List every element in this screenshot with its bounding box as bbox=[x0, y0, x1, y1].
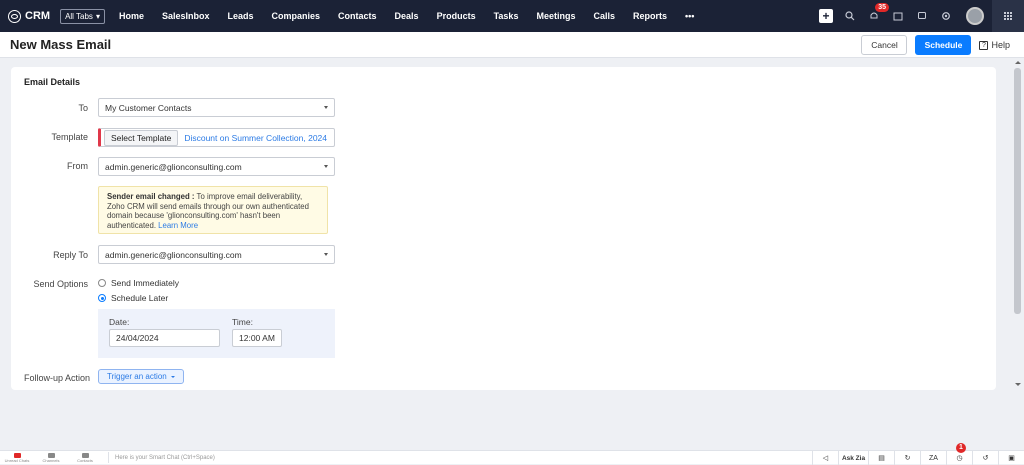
nav-tasks[interactable]: Tasks bbox=[494, 11, 519, 21]
calendar-icon[interactable] bbox=[891, 9, 905, 23]
header-actions: Cancel Schedule ? Help bbox=[861, 35, 1010, 55]
nav-contacts[interactable]: Contacts bbox=[338, 11, 377, 21]
schedule-later-label: Schedule Later bbox=[111, 293, 169, 303]
schedule-datetime-panel: Date: 24/04/2024 Time: 12:00 AM bbox=[98, 309, 335, 358]
nav-companies[interactable]: Companies bbox=[272, 11, 321, 21]
learn-more-link[interactable]: Learn More bbox=[158, 221, 198, 230]
date-input[interactable]: 24/04/2024 bbox=[109, 329, 220, 347]
nav-leads[interactable]: Leads bbox=[228, 11, 254, 21]
schedule-later-radio[interactable]: Schedule Later bbox=[98, 293, 168, 303]
caret-down-icon bbox=[324, 106, 328, 109]
page-scrollbar[interactable] bbox=[1012, 58, 1024, 392]
settings-icon[interactable] bbox=[939, 9, 953, 23]
time-label: Time: bbox=[232, 317, 253, 327]
help-icon: ? bbox=[979, 40, 989, 50]
reply-to-select[interactable]: admin.generic@glionconsulting.com bbox=[98, 245, 335, 264]
select-template-button[interactable]: Select Template bbox=[104, 129, 179, 146]
reminder-icon[interactable]: ◷ 1 bbox=[946, 443, 972, 465]
nav-salesinbox[interactable]: SalesInbox bbox=[162, 11, 210, 21]
bell-icon[interactable]: 35 bbox=[867, 3, 889, 23]
nav-products[interactable]: Products bbox=[437, 11, 476, 21]
crm-logo-icon bbox=[8, 9, 21, 23]
unread-chats-button[interactable]: Unread Chats bbox=[0, 451, 34, 465]
scroll-up-icon[interactable] bbox=[1015, 61, 1021, 64]
date-label: Date: bbox=[109, 317, 130, 327]
main-nav: Home SalesInbox Leads Companies Contacts… bbox=[119, 11, 695, 21]
radio-unchecked-icon bbox=[98, 279, 106, 287]
history-icon[interactable]: ↺ bbox=[972, 451, 998, 465]
nav-more[interactable]: ••• bbox=[685, 11, 694, 21]
topbar-right-tools: + 35 bbox=[814, 0, 1024, 32]
contacts-label: Contacts bbox=[77, 457, 93, 463]
unread-chats-label: Unread Chats bbox=[4, 457, 30, 463]
avatar[interactable] bbox=[966, 7, 984, 25]
notes-icon[interactable]: ▤ bbox=[868, 451, 894, 465]
caret-down-icon bbox=[324, 253, 328, 256]
time-input[interactable]: 12:00 AM bbox=[232, 329, 282, 347]
announcement-icon[interactable]: ◁ bbox=[812, 451, 838, 465]
scroll-down-icon[interactable] bbox=[1015, 383, 1021, 386]
to-label: To bbox=[78, 103, 88, 113]
feedback-icon[interactable] bbox=[915, 9, 929, 23]
page-header: New Mass Email Cancel Schedule ? Help bbox=[0, 32, 1024, 58]
caret-down-icon bbox=[324, 165, 328, 168]
refresh-icon[interactable]: ↻ bbox=[894, 451, 920, 465]
help-link[interactable]: ? Help bbox=[979, 40, 1010, 50]
all-tabs-label: All Tabs bbox=[65, 11, 93, 21]
scrollbar-thumb[interactable] bbox=[1014, 68, 1021, 314]
apps-grid-icon[interactable] bbox=[992, 0, 1024, 32]
template-name-link[interactable]: Discount on Summer Collection, 2024 bbox=[184, 133, 327, 143]
nav-calls[interactable]: Calls bbox=[593, 11, 615, 21]
radio-checked-icon bbox=[98, 294, 106, 302]
nav-meetings[interactable]: Meetings bbox=[536, 11, 575, 21]
channels-button[interactable]: Channels bbox=[34, 451, 68, 465]
send-immediately-label: Send Immediately bbox=[111, 278, 180, 288]
caret-down-icon bbox=[170, 375, 175, 378]
from-value: admin.generic@glionconsulting.com bbox=[105, 161, 242, 172]
translate-icon[interactable]: ZA bbox=[920, 451, 946, 465]
reminder-badge: 1 bbox=[956, 443, 966, 453]
reply-to-value: admin.generic@glionconsulting.com bbox=[105, 249, 242, 260]
contacts-button[interactable]: Contacts bbox=[68, 451, 102, 465]
from-select[interactable]: admin.generic@glionconsulting.com bbox=[98, 157, 335, 176]
ask-zia-button[interactable]: Ask Zia bbox=[838, 451, 868, 465]
followup-action-label: Follow-up Action bbox=[24, 373, 91, 383]
send-immediately-radio[interactable]: Send Immediately bbox=[98, 278, 179, 288]
help-label: Help bbox=[991, 40, 1010, 50]
label-column: To Template From Reply To Send Options bbox=[11, 67, 88, 390]
template-field: Select Template Discount on Summer Colle… bbox=[98, 128, 335, 147]
from-label: From bbox=[67, 161, 88, 171]
send-options-label: Send Options bbox=[33, 279, 88, 289]
nav-reports[interactable]: Reports bbox=[633, 11, 667, 21]
nav-home[interactable]: Home bbox=[119, 11, 144, 21]
top-navigation-bar: CRM All Tabs ▾ Home SalesInbox Leads Com… bbox=[0, 0, 1024, 32]
page-title: New Mass Email bbox=[10, 37, 112, 52]
brand-name: CRM bbox=[25, 10, 51, 22]
cancel-button[interactable]: Cancel bbox=[861, 35, 908, 55]
template-label: Template bbox=[51, 132, 88, 142]
footer-right: ◁ Ask Zia ▤ ↻ ZA ◷ 1 ↺ ▣ bbox=[812, 443, 1024, 465]
crm-logo[interactable]: CRM bbox=[8, 9, 51, 23]
to-value: My Customer Contacts bbox=[105, 102, 192, 113]
schedule-button[interactable]: Schedule bbox=[915, 35, 972, 55]
trigger-action-dropdown[interactable]: Trigger an action bbox=[98, 369, 184, 384]
trigger-action-label: Trigger an action bbox=[107, 372, 167, 381]
footer-bar: Unread Chats Channels Contacts Here is y… bbox=[0, 443, 1024, 465]
email-details-card: Email Details To Template From Reply To … bbox=[11, 67, 996, 390]
footer-left: Unread Chats Channels Contacts Here is y… bbox=[0, 451, 313, 465]
notification-badge: 35 bbox=[875, 3, 889, 12]
copy-icon[interactable]: ▣ bbox=[998, 451, 1024, 465]
reply-to-label: Reply To bbox=[53, 250, 88, 260]
sender-warning-box: Sender email changed : To improve email … bbox=[98, 186, 328, 234]
smart-chat-input[interactable]: Here is your Smart Chat (Ctrl+Space) bbox=[108, 452, 313, 463]
search-icon[interactable] bbox=[843, 9, 857, 23]
all-tabs-dropdown[interactable]: All Tabs ▾ bbox=[60, 8, 105, 24]
channels-label: Channels bbox=[42, 457, 60, 463]
warning-title: Sender email changed : bbox=[107, 192, 195, 201]
nav-deals[interactable]: Deals bbox=[395, 11, 419, 21]
to-select[interactable]: My Customer Contacts bbox=[98, 98, 335, 117]
plus-icon[interactable]: + bbox=[819, 9, 833, 23]
chevron-down-icon: ▾ bbox=[95, 11, 100, 21]
